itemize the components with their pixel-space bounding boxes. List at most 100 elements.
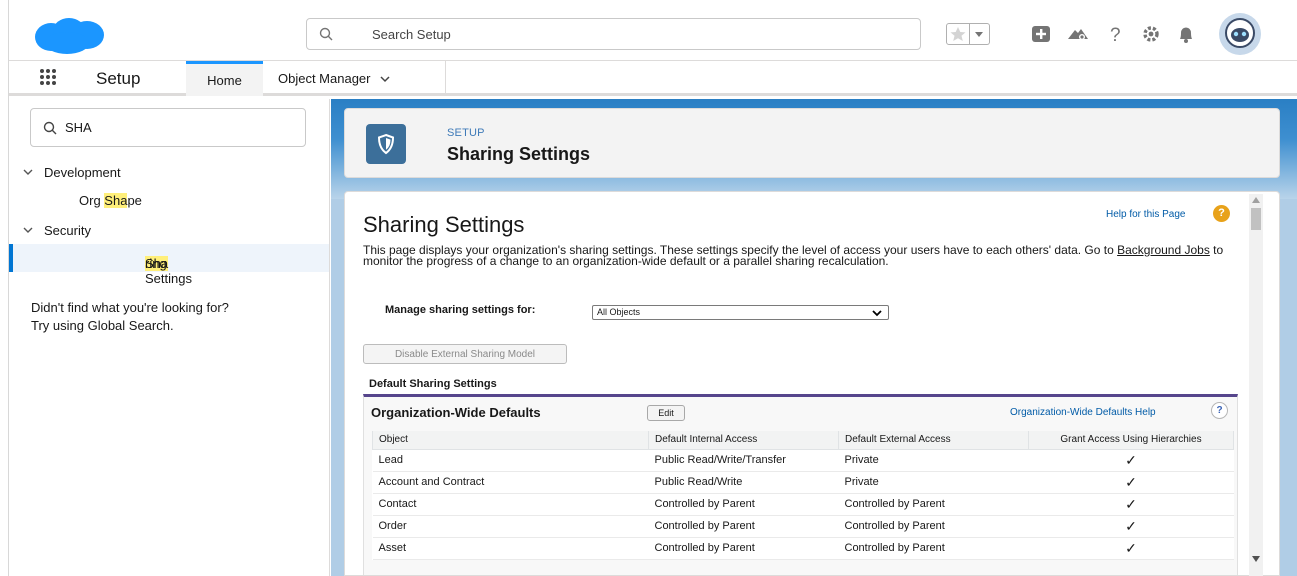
main-content-area: SETUP Sharing Settings Sharing Settings … — [331, 99, 1297, 576]
cell-internal-access: Public Read/Write — [648, 471, 839, 494]
tree-node-label: Security — [44, 222, 91, 238]
content-panel: Sharing Settings Help for this Page ? Th… — [344, 191, 1280, 576]
search-icon — [43, 121, 57, 135]
favorites-group — [946, 23, 994, 45]
page-header: SETUP Sharing Settings — [344, 108, 1280, 178]
setup-sidebar: SHA Development Org Shape Security Sha ri… — [9, 99, 330, 576]
column-header: Grant Access Using Hierarchies — [1028, 431, 1234, 450]
not-found-message: Didn't find what you're looking for? Try… — [31, 299, 321, 335]
global-header: Search Setup ? — [9, 9, 1297, 61]
checkmark-icon: ✓ — [1028, 471, 1234, 494]
org-wide-defaults-section: Organization-Wide Defaults Edit Organiza… — [363, 394, 1238, 575]
cell-external-access: Controlled by Parent — [838, 537, 1029, 560]
tree-item-text: Org — [79, 193, 105, 208]
table-row: Contact Controlled by Parent Controlled … — [372, 493, 1234, 516]
shield-icon — [366, 124, 406, 164]
cell-external-access: Private — [838, 471, 1029, 494]
table-header-row: Object Default Internal Access Default E… — [372, 431, 1234, 450]
user-avatar[interactable] — [1219, 13, 1261, 55]
notifications-bell-icon[interactable] — [1173, 21, 1199, 47]
tree-node-security[interactable]: Security — [9, 216, 330, 244]
cell-internal-access: Public Read/Write/Transfer — [648, 449, 839, 472]
column-header: Default External Access — [838, 431, 1029, 450]
cell-object: Order — [372, 515, 649, 538]
background-jobs-link[interactable]: Background Jobs — [1117, 243, 1210, 257]
chevron-down-icon — [872, 310, 882, 317]
owd-table: Object Default Internal Access Default E… — [372, 431, 1234, 560]
chevron-down-icon[interactable] — [22, 166, 34, 178]
not-found-line-1: Didn't find what you're looking for? — [31, 300, 229, 315]
content-title: Sharing Settings — [363, 212, 525, 237]
app-name: Setup — [96, 69, 141, 88]
checkmark-icon: ✓ — [1028, 537, 1234, 560]
owd-title: Organization-Wide Defaults — [371, 405, 541, 420]
table-row: Asset Controlled by Parent Controlled by… — [372, 537, 1234, 560]
cell-internal-access: Controlled by Parent — [648, 493, 839, 516]
cell-external-access: Private — [838, 449, 1029, 472]
search-icon — [319, 27, 333, 41]
quick-find-input[interactable]: SHA — [30, 108, 306, 147]
manage-sharing-value: All Objects — [597, 307, 641, 317]
window-edge — [0, 0, 9, 576]
tree-item-org-shape[interactable]: Org Shape — [79, 193, 142, 208]
tab-home[interactable]: Home — [186, 61, 263, 96]
tree-item-sharing-settings[interactable]: Sha ring Settings — [9, 244, 329, 286]
context-nav-bar: Setup Home Object Manager — [9, 61, 1297, 96]
tab-object-manager[interactable]: Object Manager — [270, 61, 446, 96]
column-header: Object — [372, 431, 649, 450]
cell-internal-access: Controlled by Parent — [648, 515, 839, 538]
not-found-line-2: Try using Global Search. — [31, 318, 174, 333]
help-for-this-page-link[interactable]: Help for this Page — [1106, 209, 1186, 220]
tree-node-label: Development — [44, 164, 121, 180]
favorites-dropdown-icon[interactable] — [970, 23, 990, 45]
help-question-icon[interactable]: ? — [1213, 205, 1230, 222]
favorites-star-icon[interactable] — [946, 23, 970, 45]
tree-item-text: ring Settings — [145, 256, 192, 286]
checkmark-icon: ✓ — [1028, 449, 1234, 472]
checkmark-icon: ✓ — [1028, 493, 1234, 516]
cell-object: Lead — [372, 449, 649, 472]
tree-item-text: pe — [127, 193, 142, 208]
table-row: Lead Public Read/Write/Transfer Private … — [372, 449, 1234, 472]
app-launcher-icon[interactable] — [38, 67, 58, 87]
scroll-thumb[interactable] — [1251, 208, 1261, 230]
page-description: This page displays your organization's s… — [363, 243, 1233, 267]
page-header-eyebrow: SETUP — [447, 127, 485, 139]
page-title: Sharing Settings — [447, 144, 591, 164]
scroll-down-arrow-icon[interactable] — [1252, 556, 1260, 562]
setup-gear-icon[interactable] — [1138, 21, 1164, 47]
chevron-down-icon[interactable] — [379, 73, 391, 85]
manage-sharing-label: Manage sharing settings for: — [385, 304, 536, 316]
default-sharing-settings-heading: Default Sharing Settings — [369, 378, 497, 390]
table-row: Order Controlled by Parent Controlled by… — [372, 515, 1234, 538]
quick-find-value: SHA — [65, 120, 92, 135]
content-scrollbar[interactable] — [1249, 194, 1263, 576]
help-icon[interactable]: ? — [1103, 21, 1129, 47]
cell-object: Account and Contract — [372, 471, 649, 494]
cell-external-access: Controlled by Parent — [838, 493, 1029, 516]
cell-object: Asset — [372, 537, 649, 560]
search-highlight: Sha — [104, 193, 128, 208]
salesforce-logo-icon[interactable] — [29, 15, 109, 55]
chevron-down-icon[interactable] — [22, 224, 34, 236]
owd-help-question-icon[interactable]: ? — [1211, 402, 1228, 419]
trailhead-icon[interactable] — [1065, 21, 1091, 47]
tab-object-manager-label: Object Manager — [278, 71, 371, 86]
table-row: Account and Contract Public Read/Write P… — [372, 471, 1234, 494]
global-actions-plus-icon[interactable] — [1028, 21, 1054, 47]
app-window: Search Setup ? Setup Home Object Manager… — [0, 0, 1297, 576]
cell-external-access: Controlled by Parent — [838, 515, 1029, 538]
owd-help-link[interactable]: Organization-Wide Defaults Help — [1010, 407, 1156, 418]
tree-node-development[interactable]: Development — [9, 158, 330, 186]
manage-sharing-select[interactable]: All Objects — [592, 305, 889, 320]
setup-search-input[interactable]: Search Setup — [306, 18, 921, 50]
owd-edit-button[interactable]: Edit — [647, 405, 685, 421]
checkmark-icon: ✓ — [1028, 515, 1234, 538]
svg-text:?: ? — [1110, 25, 1121, 46]
cell-internal-access: Controlled by Parent — [648, 537, 839, 560]
search-placeholder: Search Setup — [372, 27, 451, 42]
disable-external-sharing-button[interactable]: Disable External Sharing Model — [363, 344, 567, 364]
cell-object: Contact — [372, 493, 649, 516]
column-header: Default Internal Access — [648, 431, 839, 450]
scroll-up-arrow-icon[interactable] — [1252, 197, 1260, 203]
